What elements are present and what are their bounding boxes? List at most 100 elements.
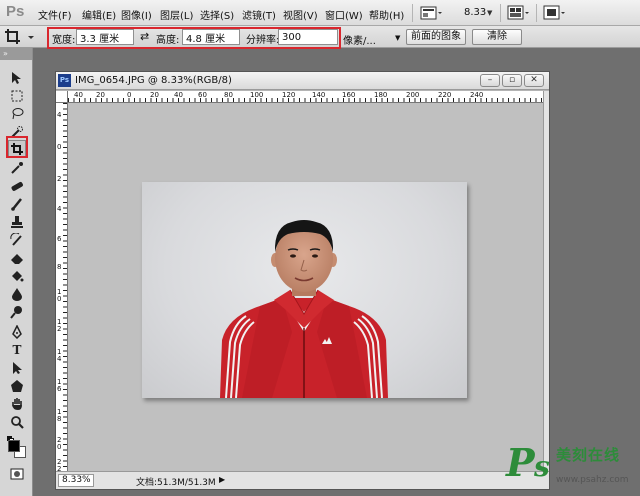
- resolution-label: 分辨率:: [246, 35, 280, 46]
- menubar-divider: [536, 4, 537, 22]
- vertical-ruler[interactable]: 4 0 2 4 6 8 1 0 1 2 1 4 1 6 1 8 2 0 2 2: [56, 103, 68, 471]
- menu-image[interactable]: 图像(I): [121, 7, 152, 22]
- spot-healing-tool-icon[interactable]: [9, 178, 25, 194]
- resolution-input[interactable]: [278, 29, 338, 45]
- ruler-label: 4: [57, 111, 62, 119]
- menubar-divider: [500, 4, 501, 22]
- document-size-info: 文档:51.3M/51.3M: [136, 478, 216, 488]
- clear-button[interactable]: 清除: [472, 29, 522, 45]
- width-label: 宽度:: [52, 35, 76, 46]
- height-input[interactable]: [182, 29, 240, 45]
- lasso-tool-icon[interactable]: [9, 106, 25, 122]
- screen-mode-icon[interactable]: [420, 5, 442, 21]
- status-zoom-field[interactable]: 8.33%: [58, 474, 94, 487]
- screen-layout-icon[interactable]: [543, 5, 567, 21]
- ruler-label: 8: [57, 263, 62, 271]
- ruler-origin[interactable]: [56, 91, 68, 103]
- height-label: 高度:: [156, 35, 180, 46]
- ruler-label: 1 6: [57, 378, 62, 393]
- status-menu-arrow-icon[interactable]: ▶: [219, 475, 225, 484]
- crop-tool-icon[interactable]: [8, 140, 26, 158]
- watermark-url: www.psahz.com: [556, 475, 629, 485]
- paint-bucket-tool-icon[interactable]: [9, 268, 25, 284]
- zoom-dropdown-icon[interactable]: ▼: [487, 9, 492, 17]
- menu-select[interactable]: 选择(S): [200, 7, 234, 22]
- menu-edit[interactable]: 编辑(E): [82, 7, 116, 22]
- ruler-label: 200: [406, 91, 420, 99]
- ruler-label: 1 0: [57, 288, 62, 303]
- quick-selection-tool-icon[interactable]: [9, 124, 25, 140]
- menu-layer[interactable]: 图层(L): [160, 7, 193, 22]
- ruler-label: 2 2: [57, 458, 62, 472]
- type-tool-icon[interactable]: T: [9, 342, 25, 358]
- ruler-ticks: [63, 103, 67, 471]
- menu-filter[interactable]: 滤镜(T): [242, 7, 276, 22]
- eyedropper-tool-icon[interactable]: [9, 160, 25, 176]
- ruler-label: 80: [224, 91, 233, 99]
- brush-tool-icon[interactable]: [9, 196, 25, 212]
- foreground-color-swatch[interactable]: [8, 440, 20, 452]
- hand-tool-icon[interactable]: [9, 396, 25, 412]
- ruler-label: 40: [174, 91, 183, 99]
- person-photo: [220, 220, 388, 398]
- document-title-bar[interactable]: Ps IMG_0654.JPG @ 8.33%(RGB/8) – ▫ ✕: [56, 72, 549, 90]
- ruler-label: 160: [342, 91, 356, 99]
- width-input[interactable]: [76, 29, 134, 45]
- path-selection-tool-icon[interactable]: [9, 360, 25, 376]
- ruler-label: 60: [198, 91, 207, 99]
- watermark-letter-p: P: [506, 440, 535, 485]
- swap-dimensions-icon[interactable]: ⇄: [140, 30, 149, 43]
- watermark-brand-text: 美刻在线: [556, 446, 621, 464]
- ruler-label: 20: [150, 91, 159, 99]
- menu-view[interactable]: 视图(V): [283, 7, 318, 22]
- front-image-button[interactable]: 前面的图象: [406, 29, 466, 45]
- maximize-button[interactable]: ▫: [502, 74, 522, 87]
- horizontal-ruler[interactable]: 40 20 0 20 40 60 80 100 120 140 160 180 …: [68, 91, 543, 103]
- quick-mask-icon[interactable]: [9, 466, 25, 482]
- tools-panel: » T: [0, 48, 33, 496]
- ruler-label: 100: [250, 91, 264, 99]
- ruler-label: 1 2: [57, 318, 62, 333]
- ruler-label: 0: [127, 91, 132, 99]
- eraser-tool-icon[interactable]: [9, 250, 25, 266]
- ruler-label: 120: [282, 91, 296, 99]
- shape-tool-icon[interactable]: [9, 378, 25, 394]
- resolution-unit-select[interactable]: 像素/...: [343, 32, 376, 47]
- blur-tool-icon[interactable]: [9, 286, 25, 302]
- zoom-level[interactable]: 8.33: [464, 7, 486, 18]
- clone-stamp-tool-icon[interactable]: [9, 214, 25, 230]
- ruler-label: 240: [470, 91, 484, 99]
- menu-bar: Ps 文件(F) 编辑(E) 图像(I) 图层(L) 选择(S) 滤镜(T) 视…: [0, 0, 640, 26]
- tools-panel-header[interactable]: »: [0, 48, 32, 60]
- vertical-scrollbar[interactable]: [543, 91, 549, 471]
- history-brush-tool-icon[interactable]: [9, 232, 25, 248]
- marquee-tool-icon[interactable]: [9, 88, 25, 104]
- zoom-tool-icon[interactable]: [9, 414, 25, 430]
- photo-image[interactable]: [142, 182, 467, 398]
- app-logo: Ps: [6, 3, 25, 20]
- ruler-label: 0: [57, 143, 62, 151]
- watermark-letter-s: s: [534, 450, 550, 483]
- ruler-label: 140: [312, 91, 326, 99]
- arrange-documents-icon[interactable]: [507, 5, 531, 21]
- unit-dropdown-icon[interactable]: ▼: [395, 34, 400, 42]
- menu-file[interactable]: 文件(F): [38, 7, 72, 22]
- ruler-label: 20: [96, 91, 105, 99]
- close-button[interactable]: ✕: [524, 74, 544, 87]
- minimize-button[interactable]: –: [480, 74, 500, 87]
- menu-window[interactable]: 窗口(W): [325, 7, 363, 22]
- dodge-tool-icon[interactable]: [9, 304, 25, 320]
- photoshop-doc-icon: Ps: [58, 74, 71, 87]
- menubar-divider: [412, 4, 413, 22]
- ruler-label: 1 4: [57, 348, 62, 363]
- ruler-label: 220: [438, 91, 452, 99]
- ruler-label: 1 8: [57, 408, 62, 423]
- pen-tool-icon[interactable]: [9, 324, 25, 340]
- crop-tool-preset-icon[interactable]: [4, 28, 34, 46]
- canvas-area[interactable]: [68, 103, 543, 471]
- menu-help[interactable]: 帮助(H): [369, 7, 404, 22]
- move-tool-icon[interactable]: [9, 70, 25, 86]
- ruler-label: 40: [74, 91, 83, 99]
- status-bar: 8.33% 文档:51.3M/51.3M ▶: [56, 471, 549, 489]
- ruler-label: 180: [374, 91, 388, 99]
